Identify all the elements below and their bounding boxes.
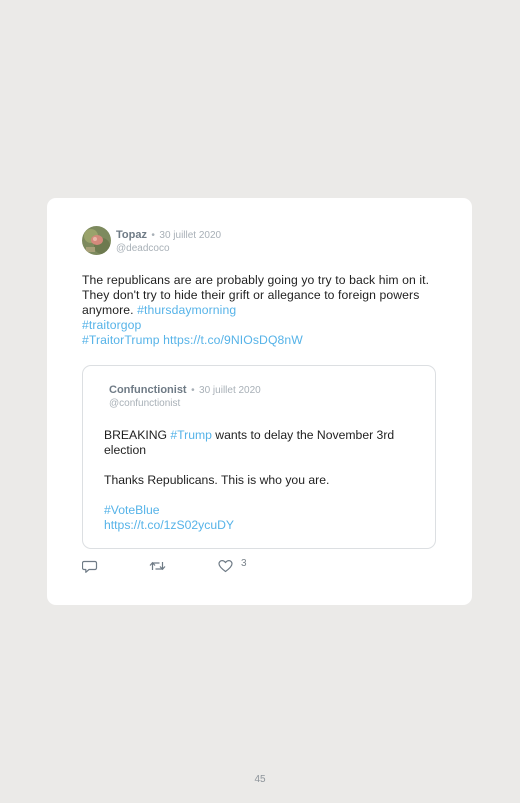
- hashtag-link[interactable]: #VoteBlue: [104, 503, 414, 518]
- tweet-header: Topaz • 30 juillet 2020 @deadcoco: [116, 227, 221, 255]
- hashtag-link[interactable]: #TraitorTrump: [82, 333, 160, 347]
- page-number: 45: [254, 774, 266, 785]
- hashtag-link[interactable]: #traitorgop: [82, 318, 141, 332]
- separator-dot: •: [151, 230, 155, 241]
- like-count: 3: [241, 557, 247, 569]
- hashtag-link[interactable]: #thursdaymorning: [137, 303, 236, 317]
- retweet-icon: [149, 559, 166, 573]
- avatar[interactable]: [82, 226, 111, 255]
- tweet-actions: 3: [82, 557, 282, 575]
- quoted-tweet[interactable]: Confunctionist • 30 juillet 2020 @confun…: [82, 365, 436, 549]
- reply-icon: [82, 559, 98, 574]
- quoted-header: Confunctionist • 30 juillet 2020 @confun…: [109, 382, 261, 410]
- author-name[interactable]: Topaz: [116, 229, 147, 241]
- tweet-card: Topaz • 30 juillet 2020 @deadcoco The re…: [47, 198, 472, 605]
- quoted-author-name[interactable]: Confunctionist: [109, 384, 187, 396]
- url-link[interactable]: https://t.co/9NIOsDQ8nW: [163, 333, 303, 347]
- hashtag-link[interactable]: #Trump: [170, 428, 212, 442]
- quoted-body: BREAKING: [104, 428, 171, 442]
- retweet-button[interactable]: [149, 559, 166, 573]
- quoted-date[interactable]: 30 juillet 2020: [199, 385, 261, 396]
- heart-icon: [218, 559, 233, 573]
- quoted-author-handle[interactable]: @confunctionist: [109, 397, 261, 410]
- quoted-text: BREAKING #Trump wants to delay the Novem…: [104, 428, 414, 533]
- author-handle[interactable]: @deadcoco: [116, 242, 221, 255]
- tweet-body: The republicans are are probably going y…: [82, 273, 430, 317]
- tweet-date[interactable]: 30 juillet 2020: [159, 230, 221, 241]
- like-button[interactable]: 3: [218, 557, 247, 573]
- tweet-text: The republicans are are probably going y…: [82, 273, 442, 348]
- url-link[interactable]: https://t.co/1zS02ycuDY: [104, 518, 414, 533]
- separator-dot: •: [191, 385, 195, 396]
- quoted-body: Thanks Republicans. This is who you are.: [104, 473, 330, 487]
- reply-button[interactable]: [82, 559, 98, 574]
